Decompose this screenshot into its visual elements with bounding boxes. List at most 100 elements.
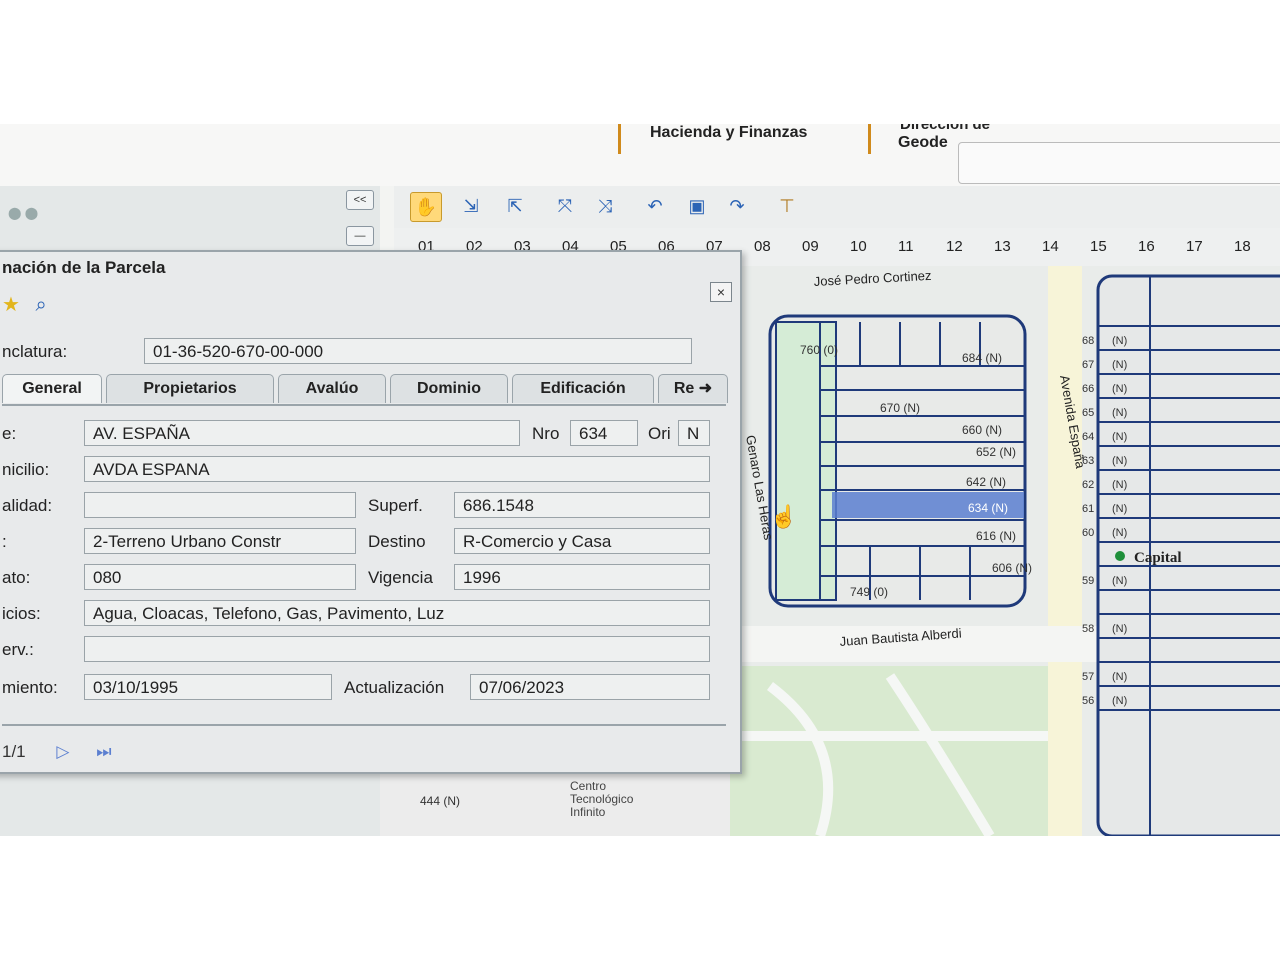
- nomenclatura-field[interactable]: 01-36-520-670-00-000: [144, 338, 692, 364]
- search-icon[interactable]: ⌕: [36, 294, 47, 316]
- ruler-tick: 09: [802, 238, 819, 255]
- collapse-panel-button[interactable]: <<: [346, 190, 374, 210]
- nacimiento-field[interactable]: 03/10/1995: [84, 674, 332, 700]
- ori-label: Ori: [648, 424, 671, 443]
- svg-text:66: 66: [1082, 383, 1094, 395]
- pan-icon[interactable]: ✋: [410, 192, 442, 222]
- svg-text:59: 59: [1082, 575, 1094, 587]
- destino-field[interactable]: R-Comercio y Casa: [454, 528, 710, 554]
- ruler-tick: 10: [850, 238, 867, 255]
- zoom-box-icon[interactable]: ▣: [682, 192, 712, 220]
- redo-view-icon[interactable]: ↷: [722, 192, 752, 220]
- svg-text:65: 65: [1082, 407, 1094, 419]
- star-icon[interactable]: ★: [2, 294, 20, 316]
- dato-field[interactable]: 080: [84, 564, 356, 590]
- ministry-label: Hacienda y Finanzas: [650, 124, 808, 141]
- calle-label: e:: [2, 424, 17, 443]
- svg-text:(N): (N): [1112, 623, 1127, 635]
- close-button[interactable]: ×: [710, 282, 732, 302]
- zoom-extent-icon[interactable]: ⤧: [550, 192, 580, 220]
- svg-text:(N): (N): [1112, 575, 1127, 587]
- tab-avaluo[interactable]: Avalúo: [278, 374, 386, 403]
- tipo-field[interactable]: 2-Terreno Urbano Constr: [84, 528, 356, 554]
- ruler-tick: 08: [754, 238, 771, 255]
- tab-dominio[interactable]: Dominio: [390, 374, 508, 403]
- svg-text:(N): (N): [1112, 359, 1127, 371]
- localidad-field[interactable]: [84, 492, 356, 518]
- parcel-label: 660 (N): [962, 423, 1002, 437]
- ruler-tick: 12: [946, 238, 963, 255]
- ruler-tick: 13: [994, 238, 1011, 255]
- tipo-label: :: [2, 532, 7, 551]
- domicilio-field[interactable]: AVDA ESPANA: [84, 456, 710, 482]
- parcel-label: 670 (N): [880, 401, 920, 415]
- parcel-label: 652 (N): [976, 445, 1016, 459]
- tab-propietarios[interactable]: Propietarios: [106, 374, 274, 403]
- zoom-out-icon[interactable]: ⇱: [500, 192, 530, 220]
- street-label: José Pedro Cortinez: [813, 268, 931, 289]
- next-record-icon[interactable]: ▷: [56, 742, 69, 761]
- nro-label: Nro: [532, 424, 560, 443]
- nro-field[interactable]: 634: [570, 420, 638, 446]
- svg-text:(N): (N): [1112, 671, 1127, 683]
- tab-more[interactable]: Re ➜: [658, 374, 728, 403]
- svg-text:62: 62: [1082, 479, 1094, 491]
- tab-edificacion[interactable]: Edificación: [512, 374, 654, 403]
- header-separator: [868, 124, 871, 154]
- avenida-espana-road: [1048, 266, 1082, 836]
- map-toolbar: ✋ ⇲ ⇱ ⤧ ⤨ ↶ ▣ ↷ ⊤: [394, 186, 1280, 228]
- ruler-tick: 14: [1042, 238, 1059, 255]
- svg-text:(N): (N): [1112, 407, 1127, 419]
- map-strip: 444 (N) Centro Tecnológico Infinito: [380, 774, 730, 836]
- svg-text:(N): (N): [1112, 383, 1127, 395]
- dialog-divider: [2, 724, 726, 726]
- dato-label: ato:: [2, 568, 31, 587]
- parcel-label: 444 (N): [420, 794, 461, 808]
- parcel: [775, 321, 837, 601]
- undo-view-icon[interactable]: ↶: [640, 192, 670, 220]
- superf-field[interactable]: 686.1548: [454, 492, 710, 518]
- header-search-box[interactable]: [958, 142, 1280, 184]
- destino-label: Destino: [368, 532, 426, 551]
- minimize-panel-button[interactable]: —: [346, 226, 374, 246]
- place-label: Centro Tecnológico Infinito: [570, 779, 634, 819]
- cadastral-map[interactable]: 684 (N) 670 (N) 660 (N) 652 (N) 642 (N) …: [730, 266, 1280, 836]
- place-label: Capital: [1134, 550, 1182, 566]
- svg-text:68: 68: [1082, 335, 1094, 347]
- ori-field[interactable]: N: [678, 420, 710, 446]
- servicios-field[interactable]: Agua, Cloacas, Telefono, Gas, Pavimento,…: [84, 600, 710, 626]
- observ-field[interactable]: [84, 636, 710, 662]
- screen: Hacienda y Finanzas Dirección de Geode <…: [0, 124, 1280, 836]
- servicios-label: icios:: [2, 604, 41, 623]
- zoom-layer-icon[interactable]: ⤨: [590, 192, 620, 220]
- parcel-label: 760 (0): [800, 343, 838, 357]
- record-pager: 1/1 ▷ ⏭: [2, 742, 112, 762]
- ruler-tick: 11: [898, 238, 914, 255]
- zoom-in-icon[interactable]: ⇲: [456, 192, 486, 220]
- parcel-info-dialog: nación de la Parcela × ★ ⌕ nclatura: 01-…: [0, 250, 742, 774]
- svg-text:(N): (N): [1112, 479, 1127, 491]
- ruler-tick: 17: [1186, 238, 1203, 255]
- vigencia-field[interactable]: 1996: [454, 564, 710, 590]
- info-tool-icon[interactable]: ⊤: [772, 192, 802, 220]
- svg-text:61: 61: [1082, 503, 1094, 515]
- ruler-tick: 18: [1234, 238, 1251, 255]
- localidad-label: alidad:: [2, 496, 53, 515]
- svg-text:57: 57: [1082, 671, 1094, 683]
- actualizacion-field[interactable]: 07/06/2023: [470, 674, 710, 700]
- actualizacion-label: Actualización: [344, 678, 445, 697]
- capital-marker: [1115, 551, 1125, 561]
- last-record-icon[interactable]: ⏭: [96, 742, 111, 761]
- tab-general[interactable]: General: [2, 374, 102, 403]
- dialog-icons: ★ ⌕: [2, 292, 47, 317]
- calle-field[interactable]: AV. ESPAÑA: [84, 420, 520, 446]
- svg-text:(N): (N): [1112, 695, 1127, 707]
- dialog-tabs: General Propietarios Avalúo Dominio Edif…: [2, 374, 728, 406]
- svg-text:67: 67: [1082, 359, 1094, 371]
- parcel-label: 749 (0): [850, 585, 888, 599]
- parcel-label: 634 (N): [968, 501, 1008, 515]
- vigencia-label: Vigencia: [368, 568, 433, 587]
- svg-text:63: 63: [1082, 455, 1094, 467]
- observ-label: erv.:: [2, 640, 34, 659]
- direction-label: Dirección de: [900, 124, 991, 133]
